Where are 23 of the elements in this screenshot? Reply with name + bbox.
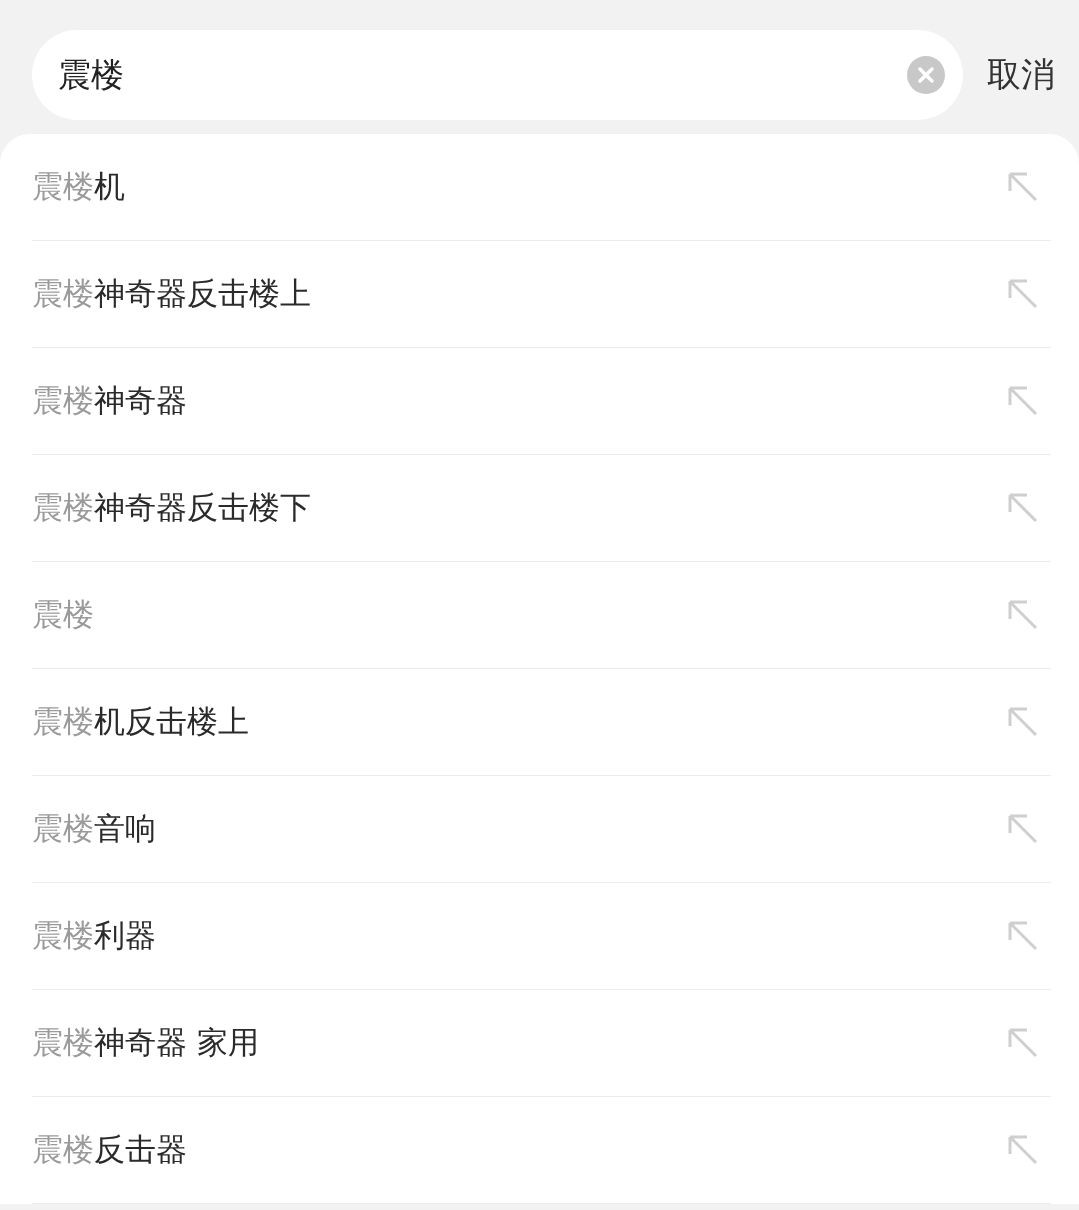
suggestion-item[interactable]: 震楼机	[32, 134, 1051, 241]
suggestion-item[interactable]: 震楼利器	[32, 883, 1051, 990]
arrow-icon[interactable]	[1007, 599, 1039, 631]
arrow-icon[interactable]	[1007, 385, 1039, 417]
arrow-icon[interactable]	[1007, 706, 1039, 738]
suggestion-item[interactable]: 震楼神奇器	[32, 348, 1051, 455]
search-field[interactable]: 震楼	[58, 55, 907, 95]
suggestion-item[interactable]: 震楼机反击楼上	[32, 669, 1051, 776]
clear-icon[interactable]	[907, 56, 945, 94]
suggestion-item[interactable]: 震楼神奇器 家用	[32, 990, 1051, 1097]
arrow-icon[interactable]	[1007, 1134, 1039, 1166]
cancel-button[interactable]: 取消	[987, 52, 1055, 98]
arrow-icon[interactable]	[1007, 278, 1039, 310]
suggestion-item[interactable]: 震楼神奇器反击楼下	[32, 455, 1051, 562]
suggestion-item[interactable]: 震楼音响	[32, 776, 1051, 883]
suggestion-item[interactable]: 震楼反击器	[32, 1097, 1051, 1204]
arrow-icon[interactable]	[1007, 171, 1039, 203]
arrow-icon[interactable]	[1007, 920, 1039, 952]
search-bar[interactable]: 震楼	[32, 30, 963, 120]
suggestion-item[interactable]: 震楼神奇器反击楼上	[32, 241, 1051, 348]
arrow-icon[interactable]	[1007, 813, 1039, 845]
arrow-icon[interactable]	[1007, 1027, 1039, 1059]
arrow-icon[interactable]	[1007, 492, 1039, 524]
